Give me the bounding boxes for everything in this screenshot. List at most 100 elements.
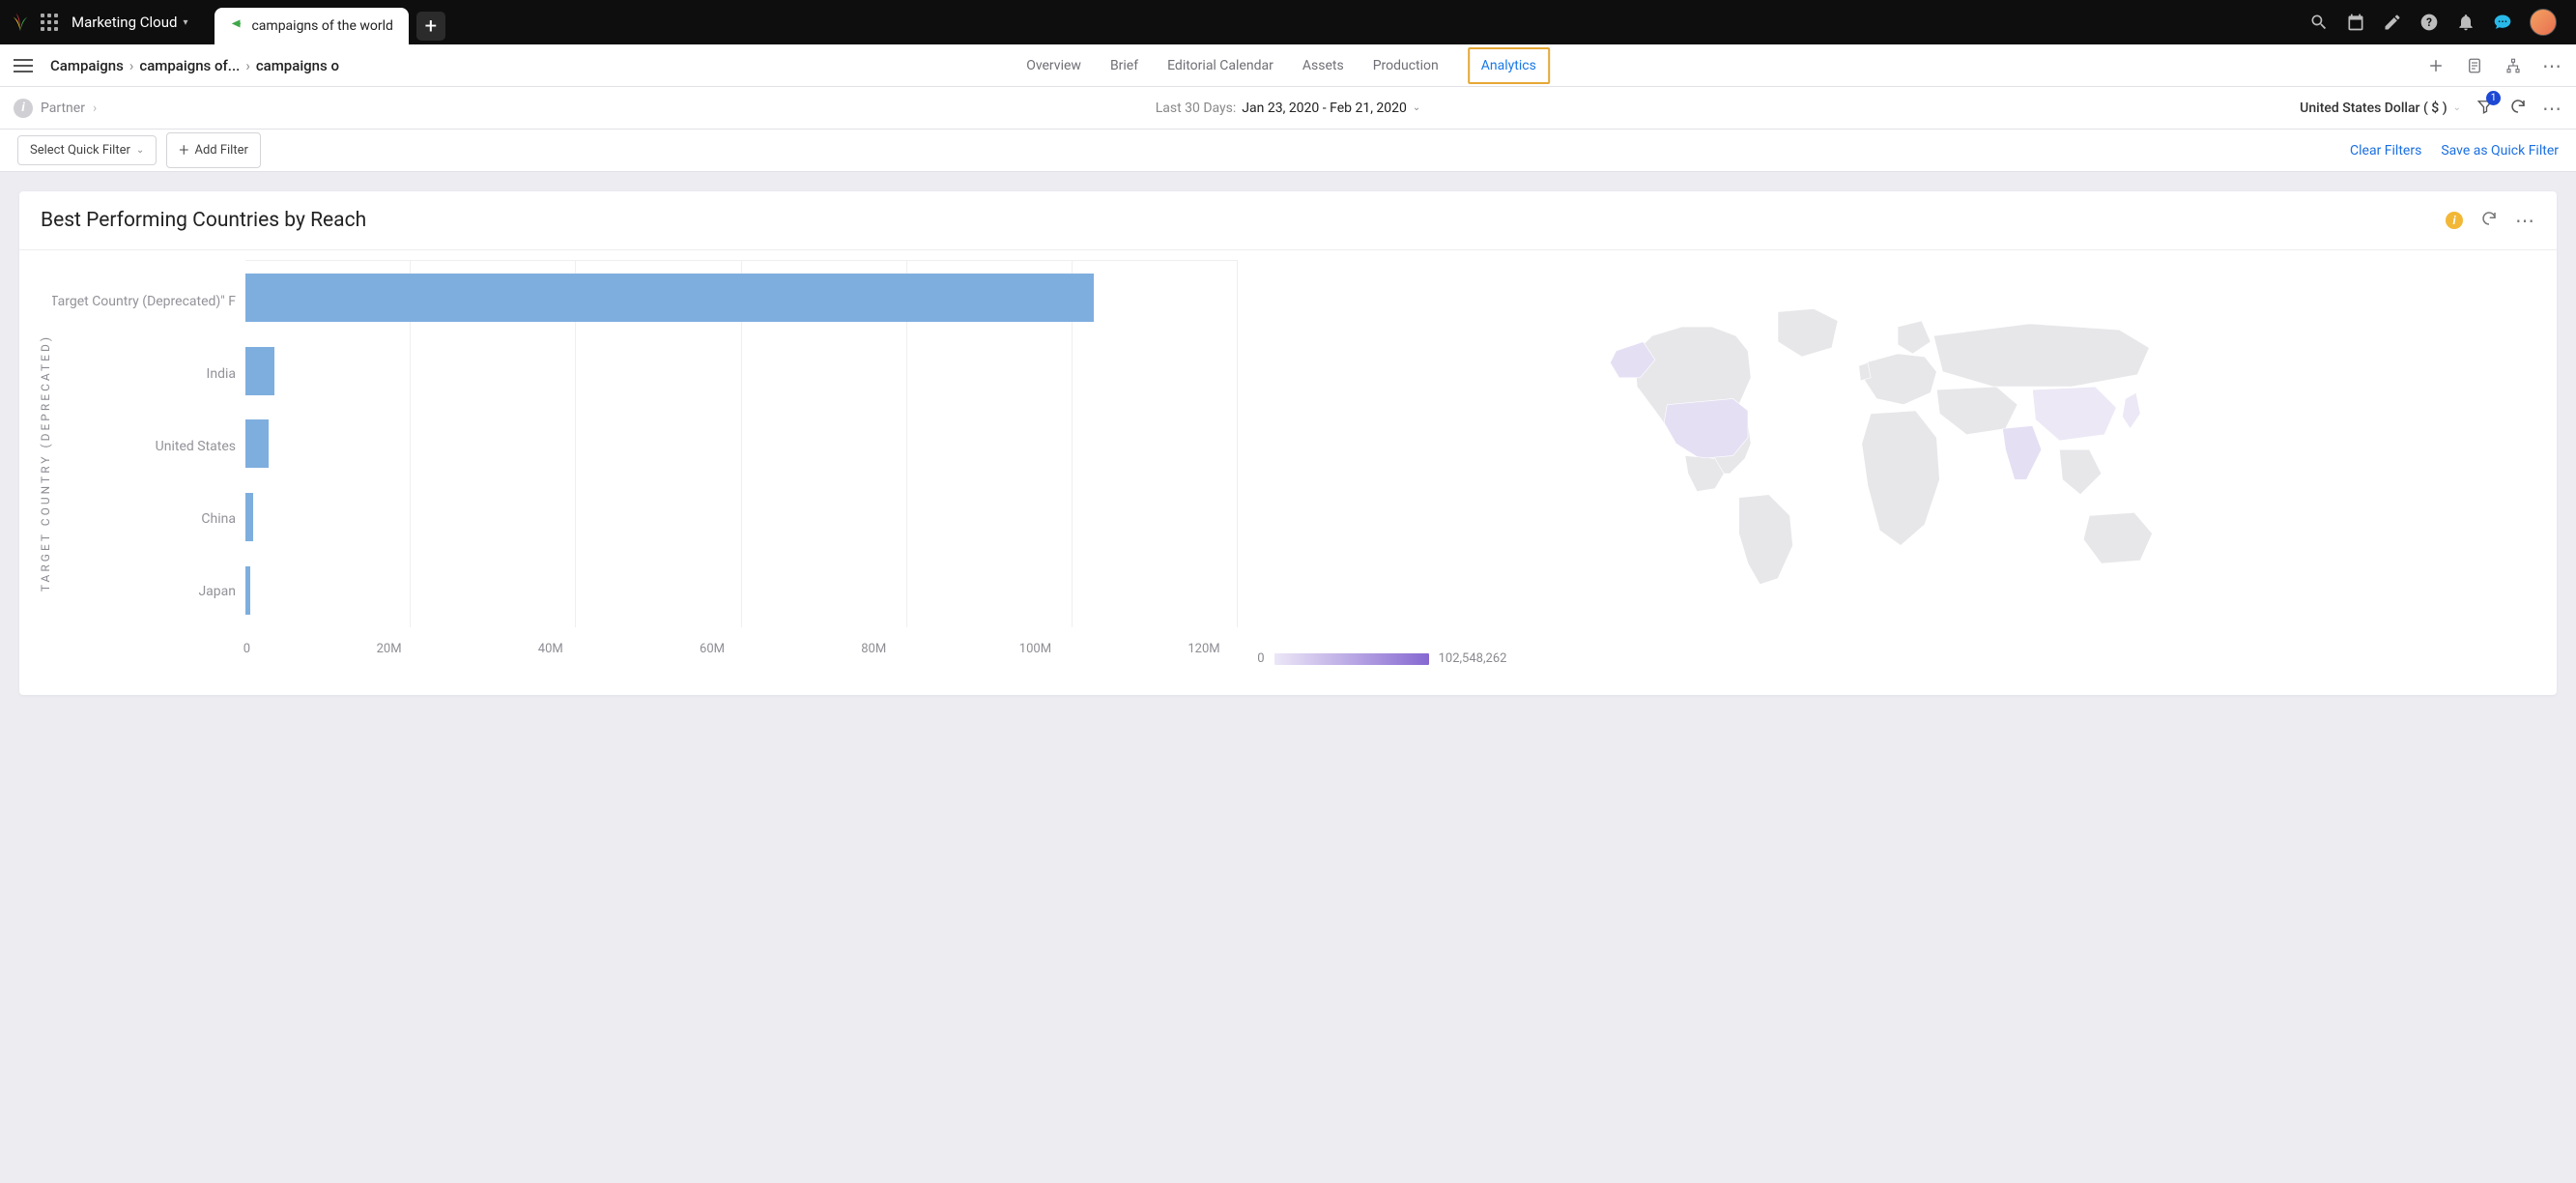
notes-icon[interactable] [2465,56,2484,75]
plus-icon: + [179,140,188,160]
partner-label[interactable]: Partner [41,101,85,116]
bar-3[interactable] [245,493,253,541]
topbar-right: 21 ? [2309,9,2566,36]
x-axis-ticks: 0 20M 40M 60M 80M 100M 120M [245,642,1238,656]
nav-production[interactable]: Production [1373,47,1439,84]
plus-icon[interactable] [2426,56,2446,75]
x-tick-3: 60M [700,642,725,656]
map-se-asia [2059,449,2101,495]
map-africa [1861,411,1939,546]
breadcrumb-0[interactable]: Campaigns [50,57,124,74]
warning-icon[interactable]: i [2446,212,2463,229]
nav-editorial[interactable]: Editorial Calendar [1167,47,1274,84]
chevron-right-icon: › [93,101,97,116]
calendar-icon[interactable]: 21 [2346,13,2365,32]
clear-filters-link[interactable]: Clear Filters [2350,143,2421,159]
user-avatar[interactable] [2530,9,2557,36]
currency-selector[interactable]: United States Dollar ( $ ) ⌄ [2300,101,2461,116]
map-legend: 0 102,548,262 [1257,651,1506,666]
chevron-down-icon: ⌄ [2453,102,2461,113]
top-bar: Marketing Cloud ▾ campaigns of the world… [0,0,2576,44]
chevron-right-icon: › [129,57,134,74]
add-filter-label: Add Filter [194,143,247,158]
currency-label: United States Dollar ( $ ) [2300,101,2447,116]
product-switcher[interactable]: Marketing Cloud ▾ [72,14,187,31]
map-south-america [1738,495,1792,585]
info-icon[interactable]: i [14,99,33,118]
search-icon[interactable] [2309,13,2329,32]
save-quick-filter-link[interactable]: Save as Quick Filter [2441,143,2559,159]
y-label-3: China [52,489,236,549]
world-map[interactable]: 0 102,548,262 [1257,260,2537,666]
bar-chart: TARGET COUNTRY (DEPRECATED) NO "Target C… [39,260,1238,666]
map-usa [1664,399,1748,459]
y-label-0: NO "Target Country (Deprecated)" F [52,272,236,332]
bars-container [245,261,1238,627]
quick-filter-label: Select Quick Filter [30,143,130,158]
hierarchy-icon[interactable] [2504,56,2523,75]
chevron-down-icon: ⌄ [136,145,144,156]
x-tick-6: 120M [1188,642,1219,656]
panel-actions: i ⋯ [2446,210,2535,231]
panel-refresh-icon[interactable] [2480,210,2498,231]
y-axis-labels: NO "Target Country (Deprecated)" F India… [52,260,245,666]
nav-brief[interactable]: Brief [1110,47,1138,84]
info-line: i Partner › Last 30 Days: Jan 23, 2020 -… [0,87,2576,130]
filter-actions: Clear Filters Save as Quick Filter [2350,143,2559,159]
add-filter-button[interactable]: + Add Filter [166,132,261,168]
date-prefix: Last 30 Days: [1156,101,1237,116]
breadcrumb-2[interactable]: campaigns o [256,57,339,74]
plot-area: 0 20M 40M 60M 80M 100M 120M [245,260,1238,666]
add-tab-button[interactable]: + [416,12,445,41]
quick-filter-select[interactable]: Select Quick Filter ⌄ [17,135,157,165]
product-label: Marketing Cloud [72,14,177,31]
map-greenland [1778,309,1838,358]
svg-text:21: 21 [2352,21,2359,29]
active-tab[interactable]: campaigns of the world [215,8,408,44]
map-svg [1598,294,2197,593]
nav-assets[interactable]: Assets [1302,47,1344,84]
x-tick-0: 0 [243,642,250,656]
more-icon[interactable]: ⋯ [2542,61,2562,71]
bar-4[interactable] [245,566,250,615]
chevron-right-icon: › [245,57,250,74]
more-icon[interactable]: ⋯ [2542,103,2562,113]
y-axis-title: TARGET COUNTRY (DEPRECATED) [39,334,52,592]
panel-more-icon[interactable]: ⋯ [2515,216,2535,225]
map-australia [2083,512,2152,563]
panel-title: Best Performing Countries by Reach [41,209,366,232]
nav-tabs: Overview Brief Editorial Calendar Assets… [1026,47,1550,84]
date-range-selector[interactable]: Last 30 Days: Jan 23, 2020 - Feb 21, 202… [1156,101,1421,116]
filter-count-badge: 1 [2486,91,2501,105]
edit-icon[interactable] [2383,13,2402,32]
panel-header: Best Performing Countries by Reach i ⋯ [19,191,2557,250]
map-india [2002,425,2041,479]
bell-icon[interactable] [2456,13,2476,32]
map-europe [1865,354,1936,405]
bar-2[interactable] [245,419,269,468]
filter-funnel-icon[interactable]: 1 [2476,98,2494,119]
map-japan [2122,392,2140,428]
refresh-icon[interactable] [2509,98,2527,119]
legend-gradient [1274,653,1429,665]
map-scandinavia [1898,321,1931,354]
y-label-4: Japan [52,562,236,621]
nav-analytics[interactable]: Analytics [1468,47,1550,84]
chevron-down-icon: ▾ [183,17,187,28]
x-tick-1: 20M [377,642,402,656]
bar-1[interactable] [245,347,274,395]
hamburger-icon[interactable] [14,59,33,72]
tab-strip: campaigns of the world + [215,0,444,44]
breadcrumb-1[interactable]: campaigns of... [139,57,240,74]
chevron-down-icon: ⌄ [1413,102,1420,113]
chat-icon[interactable] [2493,13,2512,32]
x-tick-2: 40M [538,642,563,656]
map-russia [1933,324,2149,387]
legend-min: 0 [1257,651,1264,666]
legend-max: 102,548,262 [1439,651,1507,666]
dashboard-area: Best Performing Countries by Reach i ⋯ T… [0,172,2576,714]
apps-grid-icon[interactable] [41,14,58,31]
nav-overview[interactable]: Overview [1026,47,1081,84]
help-icon[interactable]: ? [2419,13,2439,32]
bar-0[interactable] [245,274,1094,322]
